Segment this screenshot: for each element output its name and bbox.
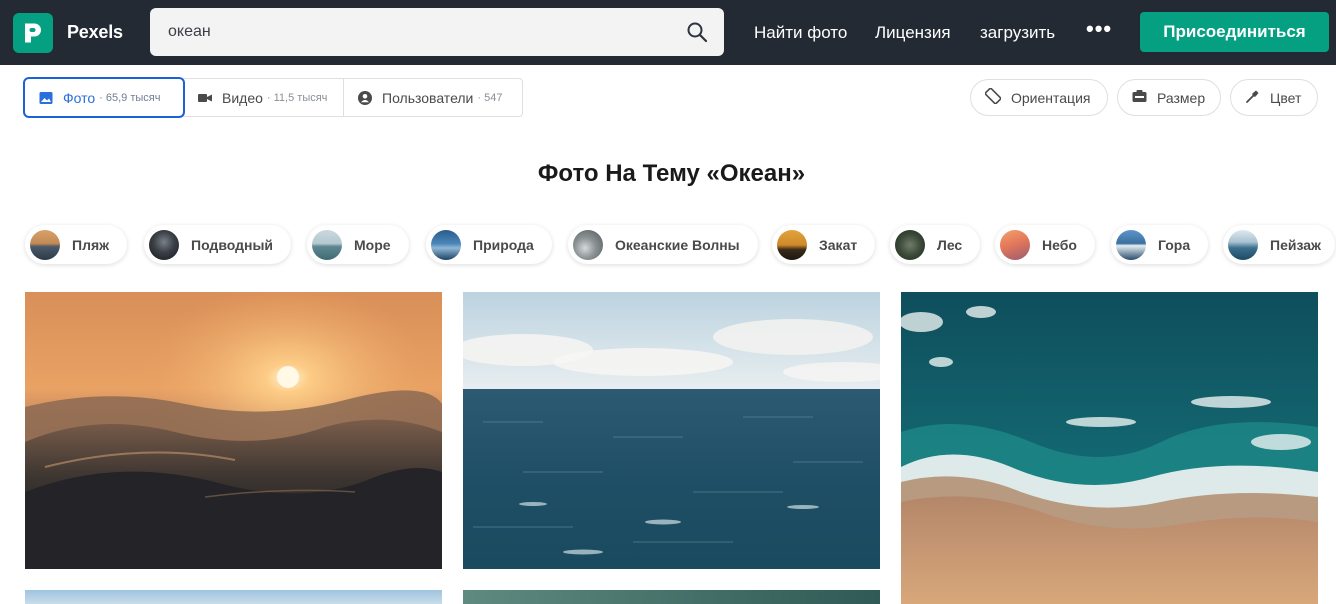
search-bar[interactable]: океан bbox=[150, 8, 724, 56]
pexels-logo-icon[interactable] bbox=[13, 13, 53, 53]
color-filter-label: Цвет bbox=[1270, 89, 1302, 106]
related-chip-sea[interactable]: Море bbox=[307, 225, 409, 264]
related-chip-label: Море bbox=[354, 236, 391, 253]
nav-upload[interactable]: загрузить bbox=[980, 23, 1055, 43]
tab-users-count: · 547 bbox=[477, 91, 503, 104]
search-icon[interactable] bbox=[686, 21, 708, 48]
chip-thumbnail bbox=[1000, 229, 1030, 260]
chip-thumbnail bbox=[777, 229, 807, 260]
tab-users-label: Пользователи bbox=[382, 89, 474, 106]
size-filter-button[interactable]: Размер bbox=[1117, 79, 1221, 116]
related-chip-underwater[interactable]: Подводный bbox=[144, 225, 292, 264]
related-chip-label: Океанские Волны bbox=[615, 236, 740, 253]
chip-thumbnail bbox=[312, 229, 342, 260]
related-chip-nature[interactable]: Природа bbox=[426, 225, 552, 264]
related-chip-label: Подводный bbox=[191, 236, 274, 253]
photo-row2-teal[interactable] bbox=[463, 590, 880, 604]
tab-videos-label: Видео bbox=[222, 89, 263, 106]
related-chip-sunset[interactable]: Закат bbox=[772, 225, 876, 264]
chip-thumbnail bbox=[895, 229, 925, 260]
chip-thumbnail bbox=[573, 229, 603, 260]
tab-photos-label: Фото bbox=[63, 89, 96, 106]
color-picker-icon bbox=[1245, 89, 1260, 107]
related-chip-label: Лес bbox=[937, 236, 963, 253]
tab-photos[interactable]: Фото · 65,9 тысяч bbox=[25, 79, 183, 116]
related-chip-mountain[interactable]: Гора bbox=[1111, 225, 1209, 264]
tab-users[interactable]: Пользователи · 547 bbox=[343, 79, 522, 116]
photo-sunset-waves[interactable] bbox=[25, 292, 442, 569]
related-chip-beach[interactable]: Пляж bbox=[25, 225, 128, 264]
tab-photos-count: · 65,9 тысяч bbox=[99, 91, 161, 104]
orientation-filter-button[interactable]: Ориентация bbox=[970, 79, 1108, 116]
nav-license[interactable]: Лицензия bbox=[875, 23, 951, 43]
tab-videos-count: · 11,5 тысяч bbox=[266, 91, 328, 104]
chip-thumbnail bbox=[30, 229, 60, 260]
nav-find-photos[interactable]: Найти фото bbox=[754, 23, 847, 43]
more-menu-icon[interactable]: ••• bbox=[1086, 16, 1112, 42]
chip-thumbnail bbox=[431, 229, 461, 260]
photo-row2-sky[interactable] bbox=[25, 590, 442, 604]
size-icon bbox=[1132, 89, 1147, 106]
top-navbar: Pexels океан Найти фото Лицензия загрузи… bbox=[0, 0, 1336, 65]
chip-thumbnail bbox=[1228, 229, 1258, 260]
related-chip-forest[interactable]: Лес bbox=[890, 225, 981, 264]
content-type-tabs: Фото · 65,9 тысяч Видео · 11,5 тысяч Пол… bbox=[24, 78, 523, 117]
photo-open-sea[interactable] bbox=[463, 292, 880, 569]
page-title: Фото На Тему «Океан» bbox=[537, 160, 806, 187]
chip-thumbnail bbox=[149, 229, 179, 260]
brand-name[interactable]: Pexels bbox=[67, 22, 123, 43]
related-chip-label: Закат bbox=[819, 236, 858, 253]
size-filter-label: Размер bbox=[1157, 89, 1206, 106]
related-chip-landscape[interactable]: Пейзаж bbox=[1223, 225, 1335, 264]
related-chip-label: Пейзаж bbox=[1270, 236, 1321, 253]
related-chip-sky[interactable]: Небо bbox=[995, 225, 1095, 264]
related-chip-label: Гора bbox=[1158, 236, 1191, 253]
related-chip-label: Небо bbox=[1042, 236, 1077, 253]
tab-videos[interactable]: Видео · 11,5 тысяч bbox=[183, 79, 343, 116]
join-button[interactable]: Присоединиться bbox=[1140, 12, 1329, 52]
related-chip-label: Природа bbox=[473, 236, 534, 253]
color-filter-button[interactable]: Цвет bbox=[1230, 79, 1318, 116]
chip-thumbnail bbox=[1116, 229, 1146, 260]
photo-aerial-beach[interactable] bbox=[901, 292, 1318, 604]
orientation-icon bbox=[984, 87, 1002, 107]
image-icon bbox=[39, 91, 53, 105]
user-icon bbox=[358, 90, 372, 105]
orientation-filter-label: Ориентация bbox=[1011, 89, 1091, 106]
video-icon bbox=[198, 91, 212, 105]
related-chip-ocean-waves[interactable]: Океанские Волны bbox=[568, 225, 758, 264]
search-input[interactable]: океан bbox=[168, 23, 211, 41]
related-chip-label: Пляж bbox=[72, 236, 110, 253]
